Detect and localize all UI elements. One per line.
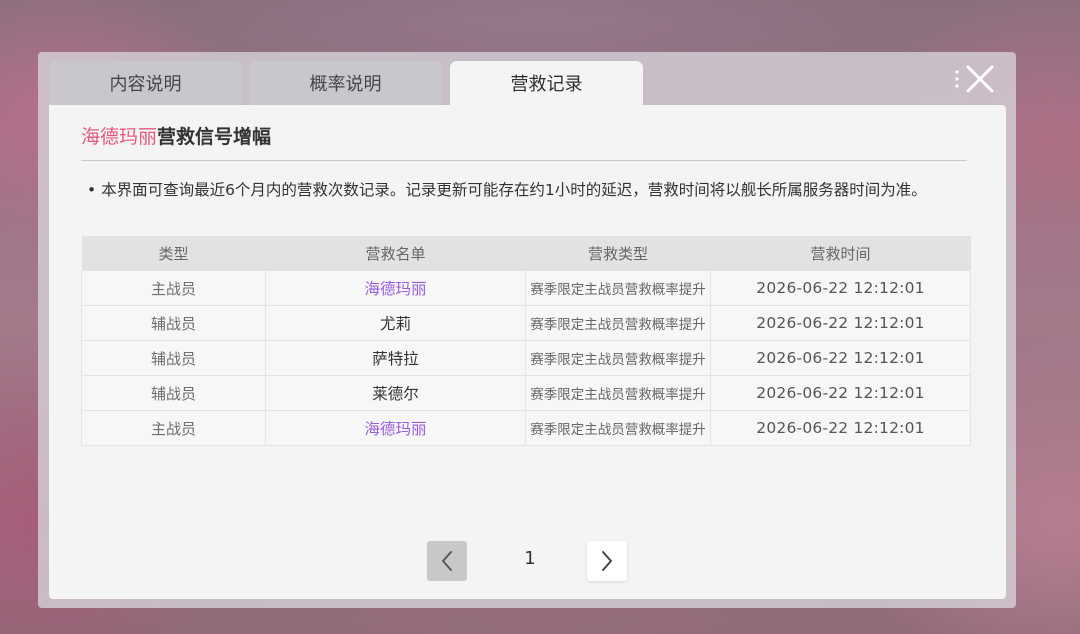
prev-page-button[interactable] [427,541,467,581]
cell-time: 2026-06-22 12:12:01 [710,305,971,341]
cell-name: 萨特拉 [265,340,526,376]
cell-time: 2026-06-22 12:12:01 [710,340,971,376]
tab-probability-description[interactable]: 概率说明 [249,61,442,105]
page-title: 海德玛丽营救信号增幅 [81,122,271,149]
next-page-button[interactable] [587,541,627,581]
cell-type: 主战员 [81,270,266,306]
cell-time: 2026-06-22 12:12:01 [710,375,971,411]
cell-name: 海德玛丽 [265,270,526,306]
cell-rescue-type: 赛季限定主战员营救概率提升 [525,270,711,306]
table-row: 辅战员 萨特拉 赛季限定主战员营救概率提升 2026-06-22 12:12:0… [81,340,971,376]
cell-name: 海德玛丽 [265,410,526,446]
cell-type: 辅战员 [81,305,266,341]
table-row: 辅战员 莱德尔 赛季限定主战员营救概率提升 2026-06-22 12:12:0… [81,375,971,411]
cell-type: 辅战员 [81,375,266,411]
chevron-left-icon [442,551,452,571]
chevron-right-icon [602,551,612,571]
notice-text: • 本界面可查询最近6个月内的营救次数记录。记录更新可能存在约1小时的延迟，营救… [87,181,927,199]
title-character-name: 海德玛丽 [81,126,158,148]
rescue-records-table: 类型 营救名单 营救类型 营救时间 主战员 海德玛丽 赛季限定主战员营救概率提升… [81,236,971,446]
cell-time: 2026-06-22 12:12:01 [710,270,971,306]
table-header-row: 类型 营救名单 营救类型 营救时间 [81,236,971,271]
cell-time: 2026-06-22 12:12:01 [710,410,971,446]
cell-rescue-type: 赛季限定主战员营救概率提升 [525,305,711,341]
table-row: 辅战员 尤莉 赛季限定主战员营救概率提升 2026-06-22 12:12:01 [81,305,971,341]
header-rescue-type: 营救类型 [525,236,711,271]
header-type: 类型 [81,236,266,271]
close-button[interactable] [950,60,998,98]
tab-content-description[interactable]: 内容说明 [49,61,242,105]
close-icon [955,65,994,93]
header-rescue-time: 营救时间 [710,236,971,271]
header-rescue-list: 营救名单 [265,236,526,271]
cell-rescue-type: 赛季限定主战员营救概率提升 [525,375,711,411]
cell-type: 主战员 [81,410,266,446]
table-row: 主战员 海德玛丽 赛季限定主战员营救概率提升 2026-06-22 12:12:… [81,270,971,306]
cell-name: 莱德尔 [265,375,526,411]
current-page-number: 1 [524,548,536,569]
cell-rescue-type: 赛季限定主战员营救概率提升 [525,410,711,446]
tab-rescue-records[interactable]: 营救记录 [450,61,643,105]
cell-name: 尤莉 [265,305,526,341]
cell-type: 辅战员 [81,340,266,376]
table-row: 主战员 海德玛丽 赛季限定主战员营救概率提升 2026-06-22 12:12:… [81,410,971,446]
cell-rescue-type: 赛季限定主战员营救概率提升 [525,340,711,376]
title-divider [81,160,967,161]
title-text: 营救信号增幅 [157,126,272,148]
